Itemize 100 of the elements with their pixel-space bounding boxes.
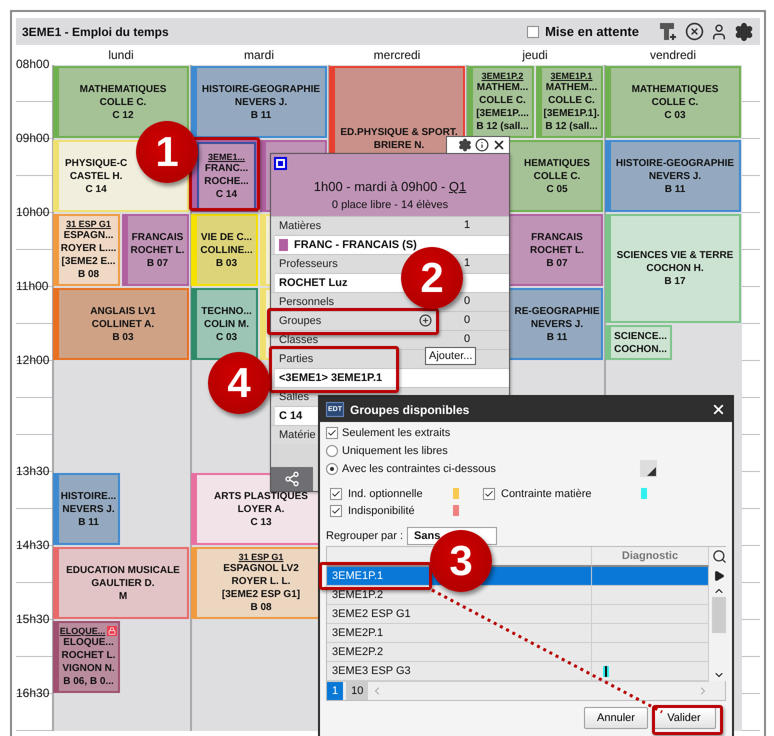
info-icon[interactable] — [475, 138, 489, 152]
lesson-block[interactable]: FRANCAIS ROCHET L. B 07 — [122, 214, 189, 286]
lesson-text: [3EME2 ESP G1] — [222, 588, 300, 601]
radio-button[interactable] — [326, 445, 338, 457]
dialog-title: Groupes disponibles — [350, 402, 470, 416]
entry-text: <3EME1> 3EME1P.1 — [279, 372, 382, 384]
hold-checkbox[interactable] — [527, 26, 540, 38]
group-row[interactable]: 3EME2 ESP G1 — [327, 605, 592, 624]
checkbox[interactable] — [330, 488, 342, 500]
section-label: Matérie — [279, 429, 316, 441]
section-count: 1 — [464, 219, 470, 231]
option-label: Seulement les extraits — [342, 427, 450, 439]
lesson-block[interactable]: MATHEMATIQUES COLLE C. C 12 — [53, 66, 189, 138]
lesson-block[interactable]: 3EME1P.2 MATHEM... COLLE C. [3EME1P.... B 12 (sall... — [467, 66, 534, 138]
lesson-text: B 11 — [250, 108, 272, 122]
lesson-text: B 03 — [216, 256, 238, 270]
share-button[interactable] — [271, 467, 313, 491]
lesson-group-label: ELOQUE... — [60, 626, 106, 636]
lesson-text: ROCHE... — [204, 174, 249, 188]
lesson-text: COLLE C. — [100, 96, 146, 108]
group-row[interactable]: 3EME2P.1 — [327, 624, 592, 643]
time-label: 13h30 — [16, 464, 50, 478]
lesson-block[interactable]: HISTOIRE-GEOGRAPHIE NEVERS J. B 11 — [191, 66, 327, 138]
lesson-group-label: 31 ESP G1 — [238, 552, 284, 562]
lesson-text: ROYER L. L. — [232, 575, 290, 588]
lesson-text: PHYSIQUE-C — [65, 156, 128, 170]
section-label: Professeurs — [279, 258, 338, 270]
lesson-text: B 08 — [250, 601, 272, 614]
page-tab[interactable]: 1 — [327, 682, 344, 700]
lesson-text: HISTOIRE-GEOGRAPHIE — [616, 156, 734, 170]
close-icon[interactable] — [492, 138, 506, 152]
lesson-text: C 14 — [216, 188, 238, 200]
day-header: mardi — [244, 48, 274, 62]
page-tab[interactable]: 10 — [346, 682, 368, 700]
lesson-text: COLLE C. — [479, 94, 526, 107]
lesson-block[interactable]: ELOQUE... ELOQUE... ROCHET L. VIGNON N. B 06, B 0... — [53, 621, 120, 693]
lesson-block[interactable]: ANGLAIS LV1 COLLINET A. B 03 — [53, 288, 189, 360]
lesson-text: C 05 — [546, 182, 568, 196]
entry-row[interactable]: <3EME1> 3EME1P.1 — [275, 368, 509, 387]
lesson-text: B 11 — [664, 182, 686, 196]
section-count: 0 — [464, 295, 470, 307]
lesson-block[interactable]: SCIENCE... COCHON... — [605, 325, 672, 360]
lesson-block[interactable]: HISTOIRE... NEVERS J. B 11 — [53, 473, 120, 545]
lesson-text: C 03 — [216, 330, 238, 344]
section-count: 0 — [464, 333, 470, 345]
group-row[interactable]: 3EME3 ESP G3 — [327, 662, 592, 681]
share-icon — [284, 471, 300, 487]
lesson-block[interactable]: MATHEMATIQUES COLLE C. C 03 — [605, 66, 741, 138]
day-header: mercredi — [374, 48, 420, 62]
day-header: jeudi — [522, 48, 548, 62]
lesson-text: SCIENCE... — [614, 330, 667, 342]
group-by-label: Regrouper par : — [326, 530, 404, 542]
checkbox[interactable] — [326, 427, 338, 439]
lesson-text: ROCHET L. — [530, 244, 584, 256]
lesson-text: COLLE C. — [548, 94, 595, 107]
lesson-text: FRANCAIS — [531, 230, 583, 244]
constraint-label: Contrainte matière — [501, 488, 592, 500]
week-link[interactable]: Q1 — [448, 179, 466, 194]
checkbox[interactable] — [330, 504, 342, 516]
group-row[interactable]: 3EME1P.2 — [327, 586, 592, 605]
lesson-text: COLLINE... — [200, 244, 253, 256]
lesson-text: MATHEMATIQUES — [80, 82, 166, 96]
settings-icon[interactable] — [458, 138, 472, 152]
dialog-button[interactable]: Annuler — [584, 707, 648, 729]
section-count: 0 — [464, 314, 470, 326]
day-header: lundi — [108, 48, 134, 62]
lesson-text: C 03 — [664, 108, 686, 122]
lesson-text: MATHEM... — [476, 81, 528, 94]
lesson-text: B 17 — [664, 275, 686, 288]
lesson-block[interactable]: VIE DE C... COLLINE... B 03 — [191, 214, 258, 286]
lesson-block[interactable]: EDUCATION MUSICALE GAULTIER D. M — [53, 547, 189, 619]
lesson-text: ROCHET L. — [130, 244, 184, 256]
lesson-block[interactable]: 3EME1P.1 MATHEM... COLLE C. [3EME1P.1]. B 12 (sall... — [536, 66, 603, 138]
hold-label: Mise en attente — [545, 24, 639, 39]
checkbox[interactable] — [483, 488, 495, 500]
lesson-text: ESPAGNOL LV2 — [223, 562, 299, 575]
add-icon[interactable] — [419, 314, 432, 327]
settings-icon[interactable] — [734, 22, 754, 42]
lesson-block[interactable]: TECHNO... COLIN M. C 03 — [191, 288, 258, 360]
lesson-block[interactable]: 31 ESP G1 ESPAGN... ROYER L.... [3EME2 E... B 08 — [53, 214, 120, 286]
entry-text: C 14 — [279, 410, 302, 422]
time-label: 15h30 — [16, 612, 50, 626]
add-lesson-icon[interactable] — [657, 20, 679, 42]
lesson-block[interactable]: 3EME1... FRANC... ROCHE... C 14 — [191, 140, 258, 212]
time-label: 14h30 — [16, 538, 50, 552]
lesson-block[interactable]: SCIENCES VIE & TERRE COCHON H. B 17 — [605, 214, 741, 323]
corner-button[interactable] — [640, 460, 657, 477]
lesson-text: MATHEM... — [546, 81, 598, 94]
user-icon[interactable] — [710, 22, 728, 40]
close-circle-icon[interactable] — [685, 22, 704, 41]
group-row[interactable]: 3EME2P.2 — [327, 643, 592, 662]
lesson-text: FRANCAIS — [132, 230, 184, 244]
option-label: Uniquement les libres — [342, 445, 448, 457]
radio-button[interactable] — [326, 463, 338, 475]
time-label: 10h00 — [16, 205, 50, 219]
close-icon[interactable] — [711, 402, 726, 417]
lesson-block[interactable]: HISTOIRE-GEOGRAPHIE NEVERS J. B 11 — [605, 140, 741, 212]
time-label: 09h00 — [16, 131, 50, 145]
lesson-text: CASTEL H. — [70, 170, 122, 182]
lesson-group-label: 3EME1... — [208, 152, 245, 162]
